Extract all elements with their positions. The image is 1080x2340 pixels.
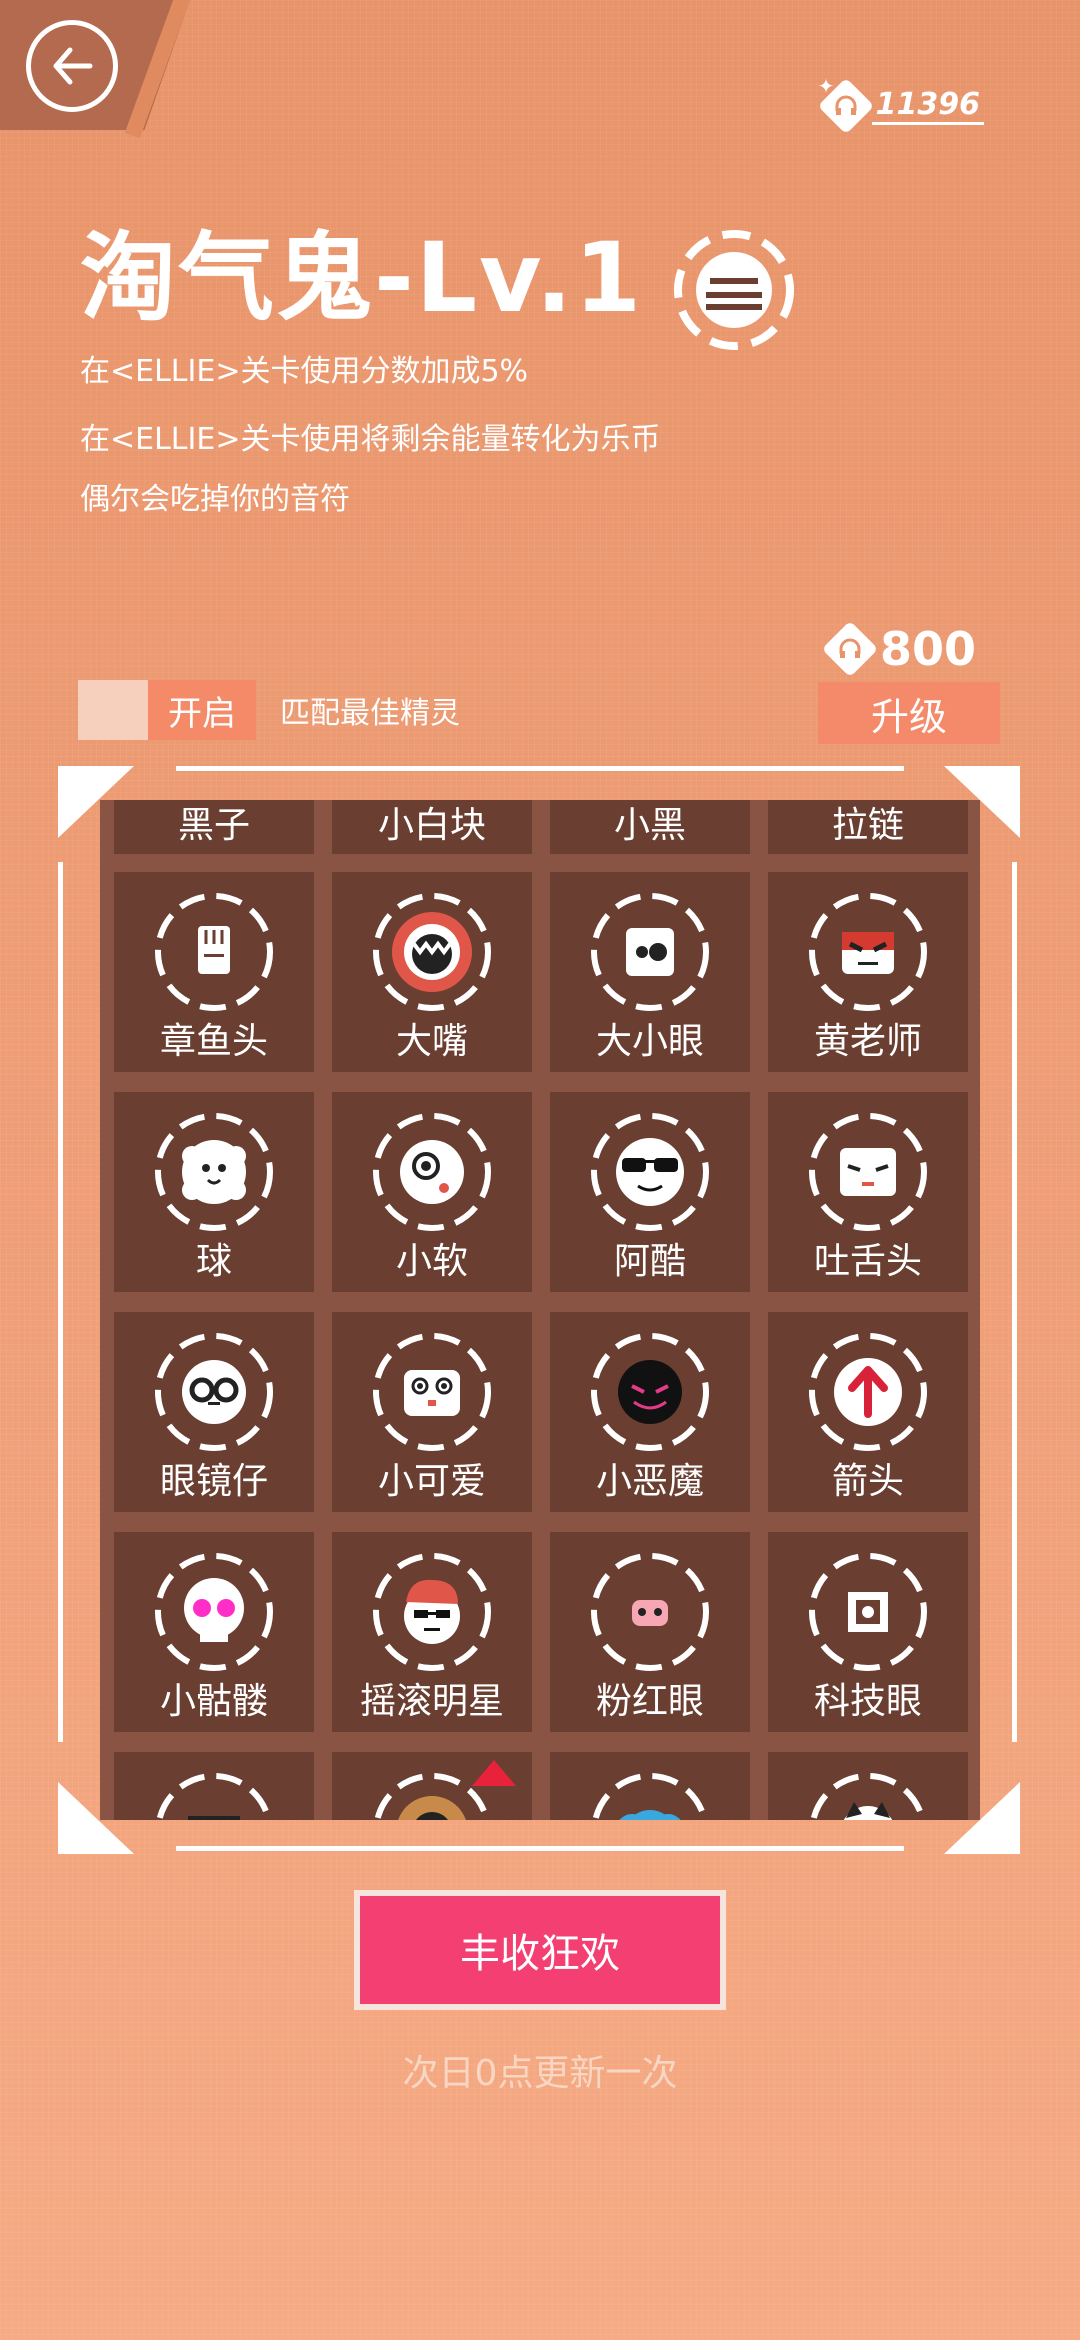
sprite-card[interactable]: 小可爱 [332,1312,532,1512]
description-line: 在<ELLIE>关卡使用将剩余能量转化为乐币 [80,422,661,457]
cat-face-icon [810,1773,926,1820]
harvest-carnival-button[interactable]: 丰收狂欢 [354,1890,726,2010]
little-devil-icon [591,1333,709,1451]
sprite-grid-panel[interactable]: 黑子 小白块 小黑 拉链章鱼头 大嘴 大小眼 黄老师球 小软 阿酷 吐舌头眼镜仔 小可爱 小恶魔 箭头小… [100,800,980,1820]
sprite-card[interactable]: 小黑 [550,800,750,854]
sprite-card[interactable]: 小恶魔 [550,1312,750,1512]
teacher-huang-icon [809,893,927,1011]
rockstar-icon [373,1553,491,1671]
open-checkbox[interactable] [78,680,148,740]
soft-icon [373,1113,491,1231]
cutie-icon [373,1333,491,1451]
pink-eye-icon [591,1553,709,1671]
sprite-name: 粉红眼 [595,1681,704,1722]
sprite-card[interactable]: 大嘴 [332,872,532,1072]
sprite-name: 小白块 [377,805,486,846]
description-line: 偶尔会吃掉你的音符 [80,482,350,517]
headphone-coin-icon [821,620,879,678]
sprite-name: 小软 [395,1241,468,1282]
sprite-card[interactable]: 小白块 [332,800,532,854]
sprite-card[interactable]: 阿酷 [550,1092,750,1292]
sprite-card[interactable]: 箭头 [768,1312,968,1512]
sprite-card[interactable] [768,1752,968,1820]
sprite-name: 小骷髅 [159,1681,268,1722]
sprite-name: 黑子 [177,805,250,846]
sprite-name: 箭头 [831,1461,904,1502]
frame-right-line [1012,862,1017,1742]
arrow-left-icon [53,47,93,85]
sprite-card[interactable]: 科技眼 [768,1532,968,1732]
upgrade-available-arrow-icon [472,1760,516,1786]
sprite-card[interactable]: 黑子 [114,800,314,854]
back-button[interactable] [26,20,118,112]
sprite-card[interactable]: 拉链 [768,800,968,854]
sprite-name: 阿酷 [613,1241,686,1282]
sprite-card[interactable]: 眼镜仔 [114,1312,314,1512]
sprite-name: 科技眼 [813,1681,922,1722]
sprite-card[interactable]: 摇滚明星 [332,1532,532,1732]
sprite-name: 吐舌头 [813,1241,922,1282]
cost-value: 800 [880,622,977,676]
sprite-card[interactable] [114,1752,314,1820]
sprite-card[interactable]: 小骷髅 [114,1532,314,1732]
sprite-card[interactable]: 粉红眼 [550,1532,750,1732]
glasses-kid-icon [155,1333,273,1451]
cool-sunglasses-icon [591,1113,709,1231]
open-label[interactable]: 开启 [148,680,256,740]
match-best-sprite-label: 匹配最佳精灵 [280,696,460,731]
sprite-name: 大嘴 [395,1021,468,1062]
sprite-name: 球 [195,1241,232,1282]
sprite-card[interactable] [550,1752,750,1820]
tongue-out-icon [809,1113,927,1231]
coin-count: 11396 [871,87,984,125]
sprite-name: 黄老师 [813,1021,922,1062]
ball-icon [155,1113,273,1231]
sprite-card[interactable]: 章鱼头 [114,872,314,1072]
skull-icon [155,1553,273,1671]
frame-left-line [58,862,63,1742]
sprite-card[interactable]: 黄老师 [768,872,968,1072]
open-toggle-row[interactable]: 开启 匹配最佳精灵 [78,680,460,740]
coin-balance: ✦ 11396 [817,74,984,135]
upgrade-cost: 800 [821,620,977,678]
sprite-name: 章鱼头 [159,1021,268,1062]
arrow-up-icon [809,1333,927,1451]
cloud-face-icon [592,1773,708,1820]
sprite-card[interactable]: 小软 [332,1092,532,1292]
sprite-card[interactable]: 吐舌头 [768,1092,968,1292]
sprite-card[interactable]: 大小眼 [550,872,750,1072]
robot-face-icon [156,1773,272,1820]
sprite-name: 摇滚明星 [359,1681,504,1722]
uneven-eyes-icon [591,893,709,1011]
sprite-name: 小黑 [613,805,686,846]
sprite-card[interactable]: 球 [114,1092,314,1292]
sprite-name: 小可爱 [377,1461,486,1502]
sprite-name: 拉链 [831,805,904,846]
tech-eye-icon [809,1553,927,1671]
naughty-ghost-icon [674,230,794,350]
frame-bottom-line [176,1846,904,1851]
upgrade-button[interactable]: 升级 [818,682,1000,744]
sprite-name: 小恶魔 [595,1461,704,1502]
frame-top-line [176,766,904,771]
refresh-note: 次日0点更新一次 [402,2053,678,2094]
sprite-name: 大小眼 [595,1021,704,1062]
sprite-name: 眼镜仔 [159,1461,268,1502]
description-line: 在<ELLIE>关卡使用分数加成5% [80,354,529,389]
octopus-head-icon [155,893,273,1011]
sprite-title: 淘气鬼-Lv.1 [80,222,644,334]
big-mouth-icon [373,893,491,1011]
